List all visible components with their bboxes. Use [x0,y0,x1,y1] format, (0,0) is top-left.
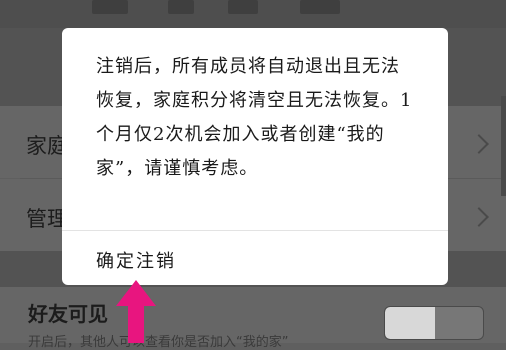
confirm-cancel-account-button[interactable]: 确定注销 [96,247,176,273]
blurred-block [300,0,340,14]
toggle-knob [385,307,435,339]
scrollbar[interactable] [501,96,506,196]
blurred-block [168,0,194,14]
blurred-block [228,0,258,14]
dialog-message: 注销后，所有成员将自动退出且无法恢复，家庭积分将清空且无法恢复。1个月仅2次机会… [96,56,413,179]
confirm-dialog: 注销后，所有成员将自动退出且无法恢复，家庭积分将清空且无法恢复。1个月仅2次机会… [62,28,448,285]
chevron-right-icon [469,134,489,154]
friend-visible-label: 好友可见 [28,302,108,326]
chevron-right-icon [469,207,489,227]
dialog-divider [62,230,448,231]
top-header-blurred [0,0,506,28]
blurred-block [92,0,128,14]
pointer-arrow-icon [116,280,156,343]
friend-visible-sublabel: 开启后，其他人可以查看你是否加入“我的家” [28,335,289,350]
friend-visible-toggle[interactable] [384,306,484,340]
